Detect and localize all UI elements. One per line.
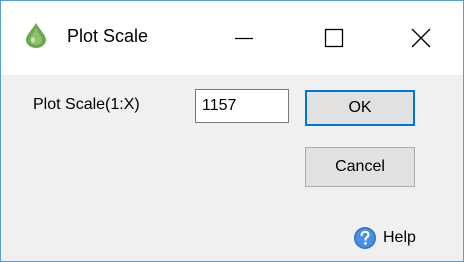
title-bar[interactable]: Plot Scale: [1, 1, 463, 75]
plot-scale-input[interactable]: [195, 89, 289, 123]
minimize-icon: [235, 37, 253, 40]
help-label: Help: [383, 229, 416, 246]
question-circle-icon: [354, 227, 376, 249]
green-droplet-icon: [26, 23, 46, 48]
plot-scale-label: Plot Scale(1:X): [33, 96, 140, 113]
ok-button[interactable]: OK: [305, 90, 415, 126]
close-icon: [411, 28, 431, 48]
window-title: Plot Scale: [67, 26, 149, 46]
plot-scale-dialog: Plot Scale Plot Scale(1:X) OK Cancel: [0, 0, 464, 262]
minimize-button[interactable]: [199, 1, 289, 75]
cancel-button[interactable]: Cancel: [305, 147, 415, 187]
close-button[interactable]: [379, 1, 463, 75]
maximize-button[interactable]: [289, 1, 379, 75]
help-link[interactable]: Help: [353, 226, 416, 250]
maximize-icon: [324, 28, 344, 48]
